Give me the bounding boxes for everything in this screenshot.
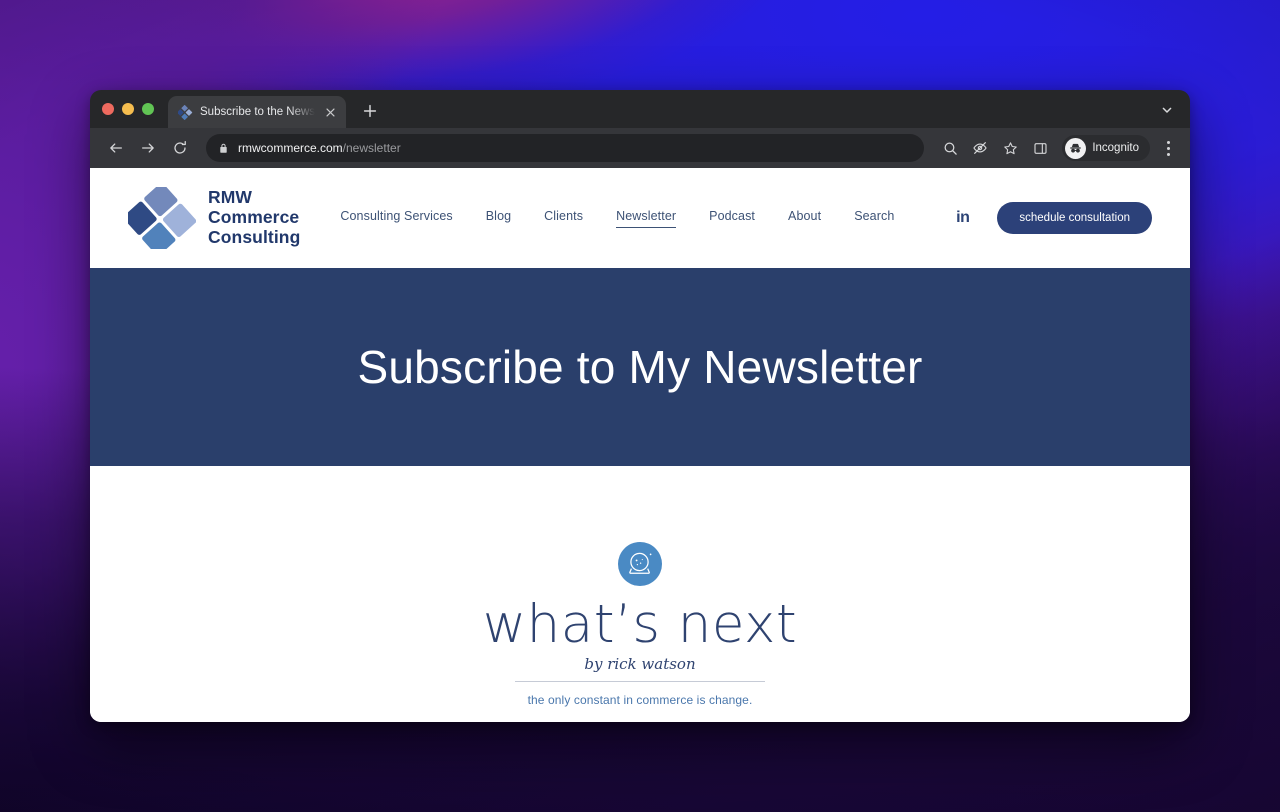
address-bar[interactable]: rmwcommerce.com/newsletter bbox=[206, 134, 925, 162]
forward-button[interactable] bbox=[134, 134, 162, 162]
kebab-dot bbox=[1166, 152, 1170, 156]
close-icon[interactable] bbox=[322, 104, 338, 120]
incognito-glyph-icon bbox=[1070, 143, 1082, 153]
brand-logo-link[interactable]: RMW Commerce Consulting bbox=[128, 187, 300, 249]
desktop-wallpaper: Subscribe to the Newsletter by bbox=[0, 0, 1280, 812]
divider bbox=[514, 681, 765, 682]
brand-line-1: RMW bbox=[208, 187, 253, 208]
page-title: Subscribe to My Newsletter bbox=[357, 341, 923, 393]
maximize-traffic-light[interactable] bbox=[142, 103, 154, 115]
address-bar-url: rmwcommerce.com/newsletter bbox=[238, 141, 401, 155]
brand-line-3: Consulting bbox=[208, 226, 301, 247]
bookmark-button[interactable] bbox=[996, 134, 1024, 162]
back-arrow-icon bbox=[110, 143, 122, 153]
side-panel-button[interactable] bbox=[1026, 134, 1054, 162]
browser-tab[interactable]: Subscribe to the Newsletter by bbox=[168, 96, 346, 128]
browser-tab-title: Subscribe to the Newsletter by bbox=[200, 106, 315, 118]
lock-icon bbox=[218, 143, 229, 154]
nav-item-search[interactable]: Search bbox=[854, 209, 894, 227]
search-button[interactable] bbox=[936, 134, 964, 162]
back-button[interactable] bbox=[102, 134, 130, 162]
header-actions: in schedule consultation bbox=[956, 202, 1152, 234]
profile-incognito-button[interactable]: Incognito bbox=[1062, 135, 1150, 161]
nav-item-blog[interactable]: Blog bbox=[486, 209, 511, 227]
whats-next-logo: what’s next by rick watson the only cons… bbox=[483, 542, 797, 707]
nav-item-clients[interactable]: Clients bbox=[544, 209, 583, 227]
site-header: RMW Commerce Consulting Consulting Servi… bbox=[90, 168, 1190, 268]
url-path: /newsletter bbox=[342, 141, 401, 155]
star-icon bbox=[1004, 141, 1017, 154]
toolbar-right-actions: Incognito bbox=[936, 134, 1180, 162]
search-icon bbox=[944, 142, 957, 155]
kebab-dot bbox=[1166, 146, 1170, 150]
kebab-dot bbox=[1166, 140, 1170, 144]
window-traffic-lights bbox=[102, 90, 168, 128]
brand-line-2: Commerce bbox=[208, 207, 300, 228]
nav-item-about[interactable]: About bbox=[788, 209, 821, 227]
nav-item-consulting-services[interactable]: Consulting Services bbox=[340, 209, 452, 227]
whats-next-wordmark: what’s next bbox=[482, 594, 798, 655]
kebab-menu-icon[interactable] bbox=[1156, 135, 1180, 161]
whats-next-byline: by rick watson bbox=[584, 655, 696, 673]
linkedin-icon[interactable]: in bbox=[956, 209, 970, 227]
plus-icon bbox=[363, 104, 377, 118]
side-panel-icon bbox=[1034, 142, 1047, 154]
rmw-logo-favicon-icon bbox=[178, 104, 193, 120]
tracking-protection-button[interactable] bbox=[966, 134, 994, 162]
browser-window: Subscribe to the Newsletter by bbox=[90, 90, 1190, 722]
schedule-consultation-button[interactable]: schedule consultation bbox=[997, 202, 1152, 234]
hero-banner: Subscribe to My Newsletter bbox=[90, 268, 1190, 466]
new-tab-button[interactable] bbox=[356, 97, 384, 125]
page-viewport: RMW Commerce Consulting Consulting Servi… bbox=[90, 168, 1190, 722]
whats-next-tagline: the only constant in commerce is change. bbox=[527, 693, 753, 707]
crystal-ball-icon bbox=[617, 542, 662, 586]
rmw-commerce-consulting-logo-icon bbox=[128, 187, 196, 249]
site-navigation: Consulting Services Blog Clients Newslet… bbox=[340, 209, 894, 228]
browser-toolbar: rmwcommerce.com/newsletter Incognito bbox=[90, 128, 1190, 168]
newsletter-section: what’s next by rick watson the only cons… bbox=[90, 466, 1190, 722]
eye-off-icon bbox=[973, 142, 987, 154]
forward-arrow-icon bbox=[142, 143, 154, 153]
url-host: rmwcommerce.com bbox=[238, 141, 343, 155]
minimize-traffic-light[interactable] bbox=[122, 103, 134, 115]
nav-item-newsletter[interactable]: Newsletter bbox=[616, 209, 677, 228]
chevron-down-icon bbox=[1162, 107, 1172, 113]
browser-tab-strip: Subscribe to the Newsletter by bbox=[90, 90, 1190, 128]
profile-label: Incognito bbox=[1092, 142, 1139, 154]
brand-wordmark: RMW Commerce Consulting bbox=[208, 188, 300, 247]
reload-icon bbox=[174, 141, 186, 154]
reload-button[interactable] bbox=[166, 134, 194, 162]
tab-list-button[interactable] bbox=[1158, 101, 1176, 119]
close-traffic-light[interactable] bbox=[102, 103, 114, 115]
incognito-avatar-icon bbox=[1065, 137, 1087, 159]
nav-item-podcast[interactable]: Podcast bbox=[709, 209, 755, 227]
